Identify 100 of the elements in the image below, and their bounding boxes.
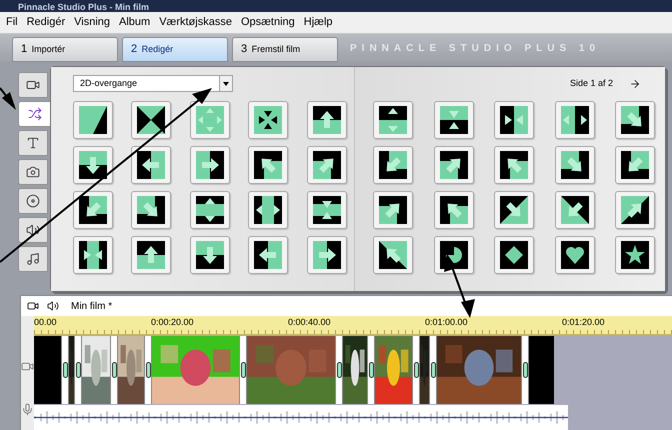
transition-thumbnail[interactable] — [306, 191, 347, 229]
transition-thumbnail[interactable] — [494, 236, 534, 274]
transition-marker[interactable] — [110, 336, 118, 404]
album-tab[interactable] — [18, 101, 52, 127]
transition-icon — [500, 241, 528, 269]
transition-thumbnail[interactable] — [554, 101, 595, 139]
transition-thumbnail[interactable] — [248, 146, 288, 184]
transition-thumbnail[interactable] — [434, 146, 474, 184]
transition-icon — [254, 106, 282, 134]
next-page-button[interactable] — [629, 78, 641, 90]
transition-marker[interactable] — [74, 336, 82, 404]
transition-thumbnail[interactable] — [131, 101, 172, 139]
transition-thumbnail[interactable] — [434, 101, 474, 139]
transition-thumbnail[interactable] — [615, 101, 656, 139]
transition-thumbnail[interactable] — [73, 101, 113, 139]
transition-thumbnail[interactable] — [434, 191, 474, 229]
transition-thumbnail[interactable] — [554, 146, 595, 184]
ruler-label: 0:00:40.00 — [288, 317, 331, 327]
transition-thumbnail[interactable] — [373, 146, 413, 184]
transition-thumbnail[interactable] — [494, 146, 534, 184]
transition-icon — [79, 241, 107, 269]
transition-thumbnail[interactable] — [73, 146, 113, 184]
transition-thumbnail[interactable] — [190, 191, 230, 229]
transition-marker[interactable] — [367, 336, 375, 404]
transition-thumbnail[interactable] — [131, 236, 172, 274]
transition-icon — [379, 241, 407, 269]
dropdown-button[interactable] — [219, 76, 232, 91]
transition-marker[interactable] — [61, 336, 69, 404]
transition-icon — [254, 151, 282, 179]
transition-thumbnail[interactable] — [248, 236, 288, 274]
transition-icon — [379, 151, 407, 179]
transition-icon — [500, 196, 528, 224]
transition-thumbnail[interactable] — [73, 191, 113, 229]
step-tab[interactable]: 1 Importér — [12, 37, 118, 62]
transition-thumbnail[interactable] — [190, 236, 230, 274]
step-tab[interactable]: 2 Redigér — [122, 37, 228, 62]
category-dropdown[interactable]: 2D-overgange — [73, 75, 233, 92]
transition-icon — [312, 151, 341, 179]
transition-thumbnail[interactable] — [373, 236, 413, 274]
transition-thumbnail[interactable] — [131, 146, 172, 184]
transition-marker[interactable] — [144, 336, 152, 404]
transition-thumbnail[interactable] — [373, 101, 413, 139]
transition-icon — [560, 241, 589, 269]
transition-icon — [621, 241, 650, 269]
microphone-icon — [21, 403, 34, 416]
menu-item[interactable]: Værktøjskasse — [159, 14, 232, 31]
transition-marker[interactable] — [429, 336, 437, 404]
transition-icon — [196, 241, 224, 269]
album-tab[interactable] — [18, 72, 48, 98]
transition-icon — [621, 151, 650, 179]
transition-thumbnail[interactable] — [73, 236, 113, 274]
transition-thumbnail[interactable] — [615, 146, 656, 184]
transition-thumbnail[interactable] — [615, 191, 656, 229]
transition-icon — [79, 151, 107, 179]
transition-icon — [196, 106, 224, 134]
transition-icon — [440, 106, 468, 134]
transition-thumbnail[interactable] — [434, 236, 474, 274]
transition-icon — [312, 196, 341, 224]
transition-thumbnail[interactable] — [494, 191, 534, 229]
transition-thumbnail[interactable] — [248, 101, 288, 139]
transition-thumbnail[interactable] — [306, 236, 347, 274]
menu-item[interactable]: Redigér — [26, 14, 66, 31]
transition-thumbnail[interactable] — [554, 191, 595, 229]
speaker-icon — [47, 300, 59, 312]
blank-clip[interactable] — [34, 336, 61, 404]
menu-item[interactable]: Visning — [74, 14, 110, 31]
caret-icon — [223, 82, 229, 86]
menu-item[interactable]: Album — [119, 14, 150, 31]
ruler-label: 0:01:00.00 — [425, 317, 468, 327]
transition-thumbnail[interactable] — [494, 101, 534, 139]
transition-thumbnail[interactable] — [190, 146, 230, 184]
transition-thumbnail[interactable] — [306, 146, 347, 184]
transition-icon — [379, 106, 407, 134]
menu-item[interactable]: Opsætning — [240, 14, 295, 31]
transition-thumbnail[interactable] — [190, 101, 230, 139]
transition-thumbnail[interactable] — [554, 236, 595, 274]
transition-thumbnail[interactable] — [131, 191, 172, 229]
transition-thumbnail[interactable] — [373, 191, 413, 229]
transition-thumbnail[interactable] — [248, 191, 288, 229]
annotation-arrow — [444, 254, 475, 318]
album-tab[interactable] — [18, 130, 48, 156]
transition-marker[interactable] — [239, 336, 247, 404]
transition-marker[interactable] — [521, 336, 529, 404]
transition-thumbnail[interactable] — [615, 236, 656, 274]
transition-marker[interactable] — [335, 336, 343, 404]
album-tab[interactable] — [18, 246, 48, 272]
album-tab[interactable] — [18, 188, 48, 214]
transition-icon — [137, 151, 166, 179]
menu-item[interactable]: Fil — [6, 14, 18, 31]
menu-item[interactable]: Hjælp — [304, 14, 333, 31]
step-tab[interactable]: 3 Fremstil film — [232, 37, 338, 62]
transition-icon — [254, 241, 282, 269]
video-camera-icon — [26, 78, 40, 92]
transition-marker[interactable] — [412, 336, 420, 404]
music-icon — [26, 252, 40, 266]
album-tab[interactable] — [18, 217, 48, 243]
transition-thumbnail[interactable] — [306, 101, 347, 139]
album-tab[interactable] — [18, 159, 48, 185]
transition-icon — [254, 196, 282, 224]
blank-clip[interactable] — [529, 336, 554, 404]
